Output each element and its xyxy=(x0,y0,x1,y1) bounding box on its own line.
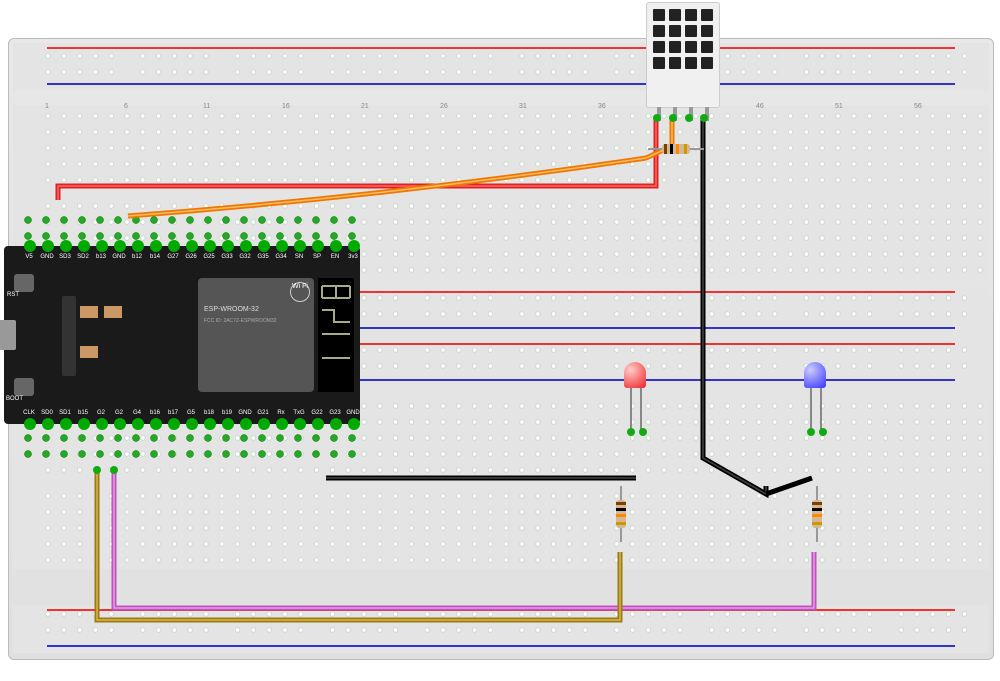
wire-gnd-dht xyxy=(703,118,766,494)
dht-sensor xyxy=(646,2,720,108)
esp32-board: RST BOOT Wi Fi ESP-WROOM-32 FCC ID: 2AC7… xyxy=(4,246,360,424)
wire-data xyxy=(128,118,672,216)
resistor-led-red xyxy=(616,486,626,542)
resistor-dht-pullup xyxy=(648,144,704,154)
resistor-led-blue xyxy=(812,486,822,542)
wire-gpio-red xyxy=(97,470,620,620)
antenna xyxy=(318,278,354,392)
wroom-module: Wi Fi ESP-WROOM-32 FCC ID: 2AC7Z-ESPWROO… xyxy=(198,278,314,392)
led-red xyxy=(624,362,646,388)
wire-gpio-blue xyxy=(114,470,814,608)
wire-gnd-ledblue xyxy=(766,478,812,494)
fritzing-diagram: www.jhonatanlamina.com 16111621263136414… xyxy=(0,0,1000,681)
boot-button[interactable] xyxy=(14,378,34,396)
rst-button[interactable] xyxy=(14,274,34,292)
led-blue xyxy=(804,362,826,388)
wire-3v3 xyxy=(58,118,656,200)
usb-port xyxy=(0,320,16,350)
